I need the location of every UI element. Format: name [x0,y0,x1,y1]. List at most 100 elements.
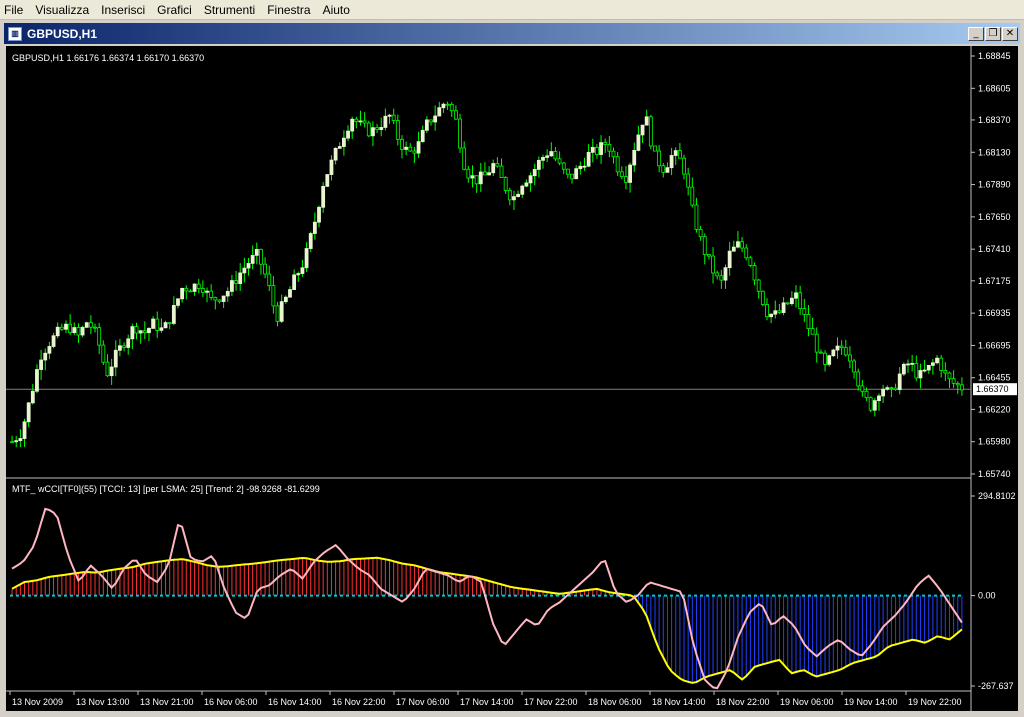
time-tick-label: 19 Nov 14:00 [844,697,898,707]
minimize-icon[interactable]: _ [968,26,984,41]
candle-body [814,333,819,353]
candle-body [180,287,185,300]
candle-body [462,147,467,170]
candle-body [503,177,508,191]
menu-grafici[interactable]: Grafici [153,0,200,20]
candle-body [483,171,487,176]
candle-body [466,168,471,179]
candle-body [760,290,765,305]
time-tick-label: 19 Nov 22:00 [908,697,962,707]
menu-aiuto[interactable]: Aiuto [319,0,358,20]
candle-body [507,190,512,201]
candle-body [267,273,272,287]
candle-body [744,247,749,259]
candle-body [449,104,454,112]
candle-body [532,168,537,177]
time-axis: 13 Nov 2009 13 Nov 13:00 13 Nov 21:00 16 No… [9,691,962,707]
candle-body [321,185,326,208]
candle-body [536,159,541,170]
time-tick-label: 13 Nov 13:00 [76,697,130,707]
candle-body [545,155,550,158]
menu-finestra[interactable]: Finestra [263,0,318,20]
candle-body [599,142,603,155]
menu-strumenti[interactable]: Strumenti [200,0,263,20]
price-axis: 1.68845 1.68605 1.68370 1.68130 1.67890 1.676… [971,51,1011,479]
candle-body [126,338,131,348]
candle-body [644,116,649,126]
candle-body [819,351,823,354]
candle-body [561,162,566,170]
price-tick-label: 1.68605 [978,83,1011,93]
candle-body [35,369,39,392]
candle-body [171,304,176,324]
candle-body [897,373,902,391]
window-title: GBPUSD,H1 [27,26,98,41]
candle-body [951,378,956,384]
candle-body [167,322,172,325]
candle-body [362,120,367,124]
restore-icon[interactable]: ❐ [985,26,1001,41]
time-tick-label: 16 Nov 14:00 [268,697,322,707]
candle-body [55,326,60,337]
candle-body [868,397,873,411]
candle-body [495,163,500,167]
candle-body [939,357,944,371]
candle-body [246,263,251,269]
menu-inserisci[interactable]: Inserisci [97,0,153,20]
candle-body [433,115,438,123]
candle-body [163,322,168,329]
time-tick-label: 17 Nov 14:00 [460,697,514,707]
candle-body [578,165,583,170]
candle-body [383,115,388,128]
candle-body [30,390,35,404]
candle-body [756,279,761,292]
window-controls: _ ❐ ✕ [968,26,1018,41]
candle-body [731,246,736,252]
candle-body [130,326,135,340]
candle-body [51,335,56,347]
candle-body [698,229,703,238]
candle-body [516,193,521,198]
candle-body [926,364,931,371]
close-icon[interactable]: ✕ [1002,26,1018,41]
candle-body [445,103,450,106]
menu-file[interactable]: File [0,0,31,20]
candlestick-series [10,101,964,448]
candle-body [412,150,417,154]
time-tick-label: 17 Nov 22:00 [524,697,578,707]
candle-body [97,327,102,346]
candle-body [586,151,591,167]
candle-body [47,346,52,354]
window-titlebar[interactable]: ▥ GBPUSD,H1 _ ❐ ✕ [4,23,1020,44]
indicator-tick-label: 294.8102 [978,491,1016,501]
candle-body [661,165,666,173]
candle-body [205,290,209,293]
chart-svg[interactable]: 1.68845 1.68605 1.68370 1.68130 1.67890 1.676… [6,46,1018,711]
candle-body [147,327,151,334]
candle-body [391,114,396,121]
menu-visualizza[interactable]: Visualizza [31,0,97,20]
price-tick-label: 1.65740 [978,469,1011,479]
candle-body [707,254,711,257]
candle-body [478,171,483,185]
candle-body [317,206,321,223]
candle-body [487,172,491,176]
candle-body [26,402,31,423]
candle-body [955,382,960,386]
candle-body [22,421,27,439]
candle-body [358,120,363,123]
candle-body [196,283,201,289]
candle-body [682,157,686,175]
candle-body [59,326,64,330]
time-tick-label: 17 Nov 06:00 [396,697,450,707]
price-tick-label: 1.68130 [978,147,1011,157]
candle-body [491,163,496,174]
main-chart-label: GBPUSD,H1 1.66176 1.66374 1.66170 1.6637… [12,53,204,63]
candle-body [242,267,247,274]
candle-body [777,310,782,313]
chart-area[interactable]: 1.68845 1.68605 1.68370 1.68130 1.67890 1.676… [4,44,1020,713]
candle-body [387,114,392,117]
candle-body [619,171,624,178]
current-price-label: 1.66370 [976,384,1009,394]
indicator-label: MTF_ wCCI[TF0](55) [TCCI: 13] [per LSMA:… [12,484,320,494]
